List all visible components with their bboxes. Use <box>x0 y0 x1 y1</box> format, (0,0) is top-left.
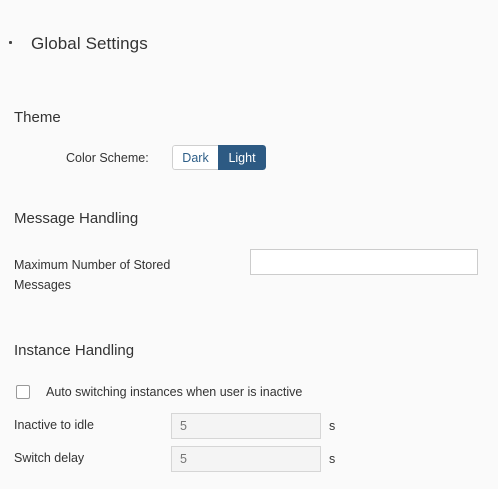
max-stored-messages-input[interactable] <box>250 249 478 275</box>
inactive-to-idle-unit: s <box>329 419 336 433</box>
auto-switch-label: Auto switching instances when user is in… <box>46 385 303 399</box>
section-title-instance-handling: Instance Handling <box>14 342 135 359</box>
page-title: Global Settings <box>31 34 148 53</box>
color-scheme-light-button[interactable]: Light <box>218 145 266 170</box>
color-scheme-toggle: Dark Light <box>172 145 266 170</box>
color-scheme-label: Color Scheme: <box>66 151 149 165</box>
max-stored-messages-label: Maximum Number of Stored Messages <box>14 258 171 292</box>
collapse-icon[interactable] <box>9 41 12 44</box>
section-title-theme: Theme <box>14 109 61 126</box>
settings-panel: Global Settings Theme Color Scheme: Dark… <box>0 0 498 489</box>
auto-switch-checkbox[interactable] <box>16 385 30 399</box>
inactive-to-idle-label: Inactive to idle <box>14 418 94 432</box>
section-title-message-handling: Message Handling <box>14 210 139 227</box>
color-scheme-dark-button[interactable]: Dark <box>172 145 218 170</box>
switch-delay-label: Switch delay <box>14 451 85 465</box>
inactive-to-idle-input[interactable] <box>171 413 321 439</box>
switch-delay-input[interactable] <box>171 446 321 472</box>
switch-delay-unit: s <box>329 452 336 466</box>
